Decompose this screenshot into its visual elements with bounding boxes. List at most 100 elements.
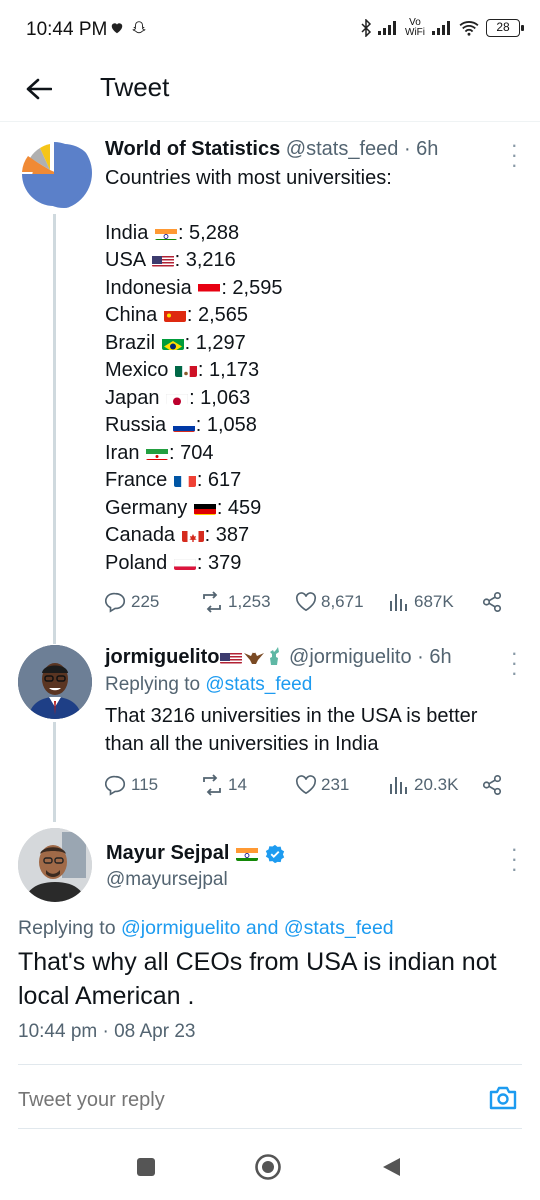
profile-photo-icon bbox=[18, 828, 92, 902]
mention-link[interactable]: @stats_feed bbox=[205, 674, 312, 695]
reply-button[interactable]: 225 bbox=[105, 591, 159, 613]
views-button[interactable]: 20.3K bbox=[388, 775, 458, 795]
retweet-icon bbox=[203, 591, 221, 613]
main-tweet-author: Mayur Sejpal @mayursejpal bbox=[106, 842, 285, 891]
page-title: Tweet bbox=[100, 72, 170, 102]
share-button[interactable] bbox=[481, 591, 503, 613]
reply-input[interactable] bbox=[18, 1089, 418, 1112]
indonesia-flag-icon bbox=[198, 280, 221, 295]
signal-icon-2 bbox=[432, 21, 450, 35]
camera-button[interactable] bbox=[488, 1084, 522, 1118]
usa-flag-icon bbox=[151, 252, 174, 267]
france-flag-icon bbox=[173, 472, 196, 487]
avatar[interactable] bbox=[18, 136, 92, 210]
pie-chart-logo-icon bbox=[22, 141, 92, 208]
tweet-time[interactable]: · 6h bbox=[417, 646, 451, 668]
battery-icon: 28 bbox=[486, 19, 524, 37]
germany-flag-icon bbox=[193, 500, 216, 515]
more-options-icon[interactable]: · · · bbox=[511, 838, 518, 880]
top-bar: Tweet bbox=[0, 62, 540, 122]
status-bar: 10:44 PM Vo WiFi 28 bbox=[0, 0, 540, 62]
tweet-actions: 225 1,253 8,671 687K bbox=[105, 587, 515, 617]
status-time: 10:44 PM bbox=[26, 19, 108, 40]
russia-flag-icon bbox=[172, 417, 195, 432]
mention-link[interactable]: @jormiguelito bbox=[121, 917, 241, 939]
camera-icon bbox=[489, 1086, 517, 1110]
list-item: USA : 3,216 bbox=[105, 249, 236, 271]
views-button[interactable]: 687K bbox=[388, 592, 454, 612]
author-name[interactable]: World of Statistics bbox=[105, 138, 280, 160]
list-item: Iran : 704 bbox=[105, 441, 214, 464]
list-item: Canada : 387 bbox=[105, 524, 250, 546]
list-item: France : 617 bbox=[105, 469, 242, 491]
like-button[interactable]: 8,671 bbox=[295, 592, 364, 612]
list-item: China : 2,565 bbox=[105, 304, 248, 326]
mention-link[interactable]: @stats_feed bbox=[284, 917, 394, 939]
square-icon bbox=[137, 1158, 155, 1176]
author-handle[interactable]: @jormiguelito bbox=[289, 646, 412, 668]
replying-to: Replying to @jormiguelito and @stats_fee… bbox=[18, 917, 394, 939]
recents-button[interactable] bbox=[131, 1152, 161, 1182]
divider bbox=[18, 1128, 522, 1129]
reply-icon bbox=[105, 775, 125, 796]
views-chart-icon bbox=[390, 594, 407, 611]
like-button[interactable]: 231 bbox=[295, 775, 349, 795]
brazil-flag-icon bbox=[161, 335, 184, 350]
japan-flag-icon bbox=[166, 390, 189, 405]
flag-emoji-icons bbox=[219, 646, 283, 668]
author-handle[interactable]: @stats_feed bbox=[286, 138, 399, 160]
heart-outline-icon bbox=[295, 592, 317, 612]
india-flag-icon bbox=[236, 846, 259, 861]
list-item: Mexico : 1,173 bbox=[105, 359, 260, 381]
back-nav-button[interactable] bbox=[376, 1152, 406, 1182]
heart-icon bbox=[111, 22, 123, 33]
list-item: Japan : 1,063 bbox=[105, 386, 251, 409]
tweet-time[interactable]: · 6h bbox=[404, 138, 438, 160]
poland-flag-icon bbox=[173, 555, 196, 570]
share-button[interactable] bbox=[481, 774, 503, 796]
country-list: India : 5,288 USA : 3,216 Indonesia : 2,… bbox=[105, 220, 520, 578]
list-item: India : 5,288 bbox=[105, 221, 240, 244]
bluetooth-icon bbox=[361, 19, 372, 37]
iran-flag-icon bbox=[146, 445, 169, 460]
reply-icon bbox=[105, 592, 125, 613]
india-flag-icon bbox=[154, 225, 177, 240]
divider bbox=[18, 1064, 522, 1065]
views-chart-icon bbox=[390, 777, 407, 794]
avatar[interactable] bbox=[18, 828, 92, 902]
verified-badge-icon bbox=[266, 844, 285, 863]
home-button[interactable] bbox=[253, 1152, 283, 1182]
avatar[interactable] bbox=[18, 645, 92, 719]
triangle-back-icon bbox=[383, 1158, 400, 1176]
tweet-intro: Countries with most universities: bbox=[105, 167, 392, 189]
author-handle[interactable]: @mayursejpal bbox=[106, 869, 285, 891]
reply-button[interactable]: 115 bbox=[105, 774, 158, 796]
retweet-icon bbox=[203, 774, 221, 796]
tweet-text: That 3216 universities in the USA is bet… bbox=[105, 705, 478, 755]
author-name[interactable]: jormiguelito bbox=[105, 646, 219, 668]
eagle-icon bbox=[244, 649, 265, 664]
home-circle-icon bbox=[255, 1154, 281, 1180]
thread-tweet[interactable]: · · · World of Statistics @stats_feed · 6h… bbox=[0, 134, 540, 626]
list-item: Poland : 379 bbox=[105, 551, 242, 574]
profile-photo-icon bbox=[18, 645, 92, 719]
tweet-timestamp[interactable]: 10:44 pm · 08 Apr 23 bbox=[18, 1021, 195, 1043]
canada-flag-icon bbox=[181, 527, 204, 542]
list-item: Russia : 1,058 bbox=[105, 414, 257, 436]
tweet-actions: 115 14 231 20.3K bbox=[105, 770, 515, 800]
retweet-button[interactable]: 1,253 bbox=[200, 591, 271, 613]
signal-icon bbox=[378, 21, 396, 35]
back-button[interactable] bbox=[22, 72, 56, 106]
list-item: Germany : 459 bbox=[105, 496, 262, 519]
snapchat-icon bbox=[132, 21, 146, 34]
china-flag-icon bbox=[163, 307, 186, 322]
usa-flag-icon bbox=[220, 649, 243, 664]
wifi-icon bbox=[459, 21, 479, 36]
list-item: Brazil : 1,297 bbox=[105, 331, 246, 354]
retweet-button[interactable]: 14 bbox=[200, 774, 247, 796]
vowifi-label: Vo WiFi bbox=[405, 17, 425, 38]
mexico-flag-icon bbox=[174, 362, 197, 377]
main-tweet-text: That's why all CEOs from USA is indian n… bbox=[18, 948, 497, 1010]
author-name[interactable]: Mayur Sejpal bbox=[106, 842, 229, 865]
system-nav-bar bbox=[0, 1130, 540, 1200]
